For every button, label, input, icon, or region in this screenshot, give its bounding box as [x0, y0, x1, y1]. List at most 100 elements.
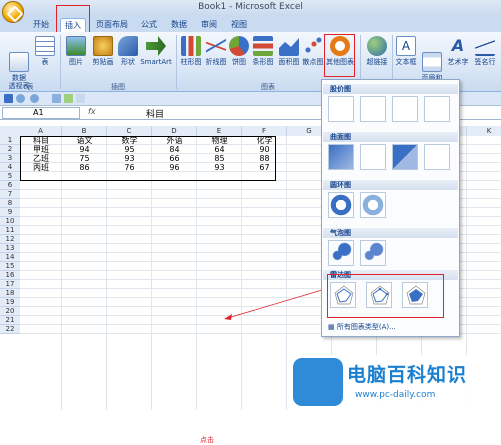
row-header[interactable]: 10	[0, 217, 20, 226]
stock-chart-thumb-2[interactable]	[360, 96, 386, 122]
column-header[interactable]: B	[62, 126, 107, 136]
doughnut-chart-thumb-2[interactable]	[360, 192, 386, 218]
fx-icon[interactable]: fx	[88, 107, 96, 116]
undo-icon[interactable]	[16, 94, 25, 103]
bubble-chart-thumb-2[interactable]	[360, 240, 386, 266]
print-preview-icon[interactable]	[52, 94, 61, 103]
watermark: 电脑百科知识 www.pc-daily.com	[293, 355, 501, 410]
area-chart-button[interactable]: 面积图	[277, 34, 301, 66]
formula-content[interactable]: 科目	[146, 107, 164, 120]
clipart-icon	[93, 36, 113, 56]
print-icon[interactable]	[64, 94, 73, 103]
row-header[interactable]: 18	[0, 289, 20, 298]
scatter-chart-button[interactable]: 散点图	[302, 34, 324, 66]
row-header[interactable]: 2	[0, 145, 20, 154]
stock-chart-thumb-4[interactable]	[424, 96, 450, 122]
picture-icon	[66, 36, 86, 56]
line-chart-icon	[206, 36, 226, 56]
shapes-button[interactable]: 形状	[117, 34, 139, 66]
signature-icon	[475, 36, 495, 56]
surface-chart-thumb-1[interactable]	[328, 144, 354, 170]
signature-line-button[interactable]: 签名行	[471, 34, 499, 66]
header-footer-icon	[422, 52, 442, 72]
smartart-button[interactable]: SmartArt	[140, 34, 172, 66]
row-header[interactable]: 3	[0, 154, 20, 163]
all-chart-types-link[interactable]: ▦ 所有图表类型(A)...	[328, 322, 396, 332]
pie-chart-icon	[229, 36, 249, 56]
column-header[interactable]: C	[107, 126, 152, 136]
column-header[interactable]: A	[20, 126, 62, 136]
row-header[interactable]: 7	[0, 190, 20, 199]
group-label-illustrations: 插图	[111, 83, 125, 91]
bubble-chart-thumb-1[interactable]	[328, 240, 354, 266]
click-annotation: 点击	[200, 436, 214, 444]
picture-button[interactable]: 图片	[64, 34, 88, 66]
clipart-button[interactable]: 剪贴画	[90, 34, 116, 66]
stock-chart-thumb-1[interactable]	[328, 96, 354, 122]
area-chart-icon	[279, 38, 299, 56]
row-header[interactable]: 16	[0, 271, 20, 280]
row-header[interactable]: 22	[0, 325, 20, 334]
pie-chart-button[interactable]: 饼图	[229, 34, 249, 66]
chart-types-icon: ▦	[328, 323, 337, 331]
other-charts-gallery: 股价图 曲面图 圆环图 气泡图 雷达图 ▦ 所有图表类型(A)...	[321, 79, 460, 337]
row-header[interactable]: 21	[0, 316, 20, 325]
column-chart-icon	[181, 36, 201, 56]
column-header[interactable]: E	[197, 126, 242, 136]
tab-home[interactable]: 开始	[30, 18, 52, 32]
tab-view[interactable]: 视图	[228, 18, 250, 32]
hyperlink-button[interactable]: 超链接	[364, 34, 390, 66]
smartart-icon	[146, 36, 166, 56]
row-header[interactable]: 4	[0, 163, 20, 172]
column-chart-button[interactable]: 柱形图	[180, 34, 202, 66]
save-icon[interactable]	[4, 94, 13, 103]
row-header[interactable]: 17	[0, 280, 20, 289]
surface-chart-thumb-3[interactable]	[392, 144, 418, 170]
redo-icon[interactable]	[30, 94, 39, 103]
radar-section-highlight	[327, 274, 444, 318]
row-header[interactable]: 12	[0, 235, 20, 244]
section-bubble: 气泡图	[323, 228, 458, 238]
stock-chart-thumb-3[interactable]	[392, 96, 418, 122]
scatter-chart-icon	[303, 36, 323, 56]
row-header[interactable]: 20	[0, 307, 20, 316]
column-header[interactable]: D	[152, 126, 197, 136]
textbox-button[interactable]: A 文本框	[395, 34, 417, 66]
row-header[interactable]: 6	[0, 181, 20, 190]
tab-formulas[interactable]: 公式	[138, 18, 160, 32]
tab-data[interactable]: 数据	[168, 18, 190, 32]
globe-icon	[367, 36, 387, 56]
table-button[interactable]: 表	[34, 34, 56, 66]
column-header[interactable]: F	[242, 126, 287, 136]
tab-page-layout[interactable]: 页面布局	[92, 18, 132, 32]
line-chart-button[interactable]: 折线图	[204, 34, 228, 66]
section-stock: 股价图	[323, 84, 458, 94]
row-header[interactable]: 19	[0, 298, 20, 307]
group-label-tables: 表	[26, 83, 34, 91]
row-header[interactable]: 13	[0, 244, 20, 253]
tab-review[interactable]: 审阅	[198, 18, 220, 32]
row-header[interactable]: 15	[0, 262, 20, 271]
textbox-icon: A	[396, 36, 416, 56]
office-button[interactable]	[2, 1, 24, 23]
wordart-button[interactable]: A 艺术字	[446, 34, 470, 66]
customize-icon[interactable]	[76, 94, 85, 103]
row-header[interactable]: 1	[0, 136, 20, 145]
name-box[interactable]: A1	[2, 107, 80, 119]
wordart-icon: A	[451, 36, 465, 55]
column-header[interactable]: K	[467, 126, 501, 136]
bar-chart-button[interactable]: 条形图	[251, 34, 275, 66]
data-range-border	[20, 136, 276, 181]
select-all-corner[interactable]	[0, 126, 20, 136]
section-doughnut: 圆环图	[323, 180, 458, 190]
row-header[interactable]: 8	[0, 199, 20, 208]
row-header[interactable]: 9	[0, 208, 20, 217]
row-header[interactable]: 14	[0, 253, 20, 262]
surface-chart-thumb-4[interactable]	[424, 144, 450, 170]
doughnut-chart-thumb-1[interactable]	[328, 192, 354, 218]
bar-chart-icon	[253, 36, 273, 56]
row-header[interactable]: 5	[0, 172, 20, 181]
surface-chart-thumb-2[interactable]	[360, 144, 386, 170]
row-header[interactable]: 11	[0, 226, 20, 235]
shapes-icon	[118, 36, 138, 56]
